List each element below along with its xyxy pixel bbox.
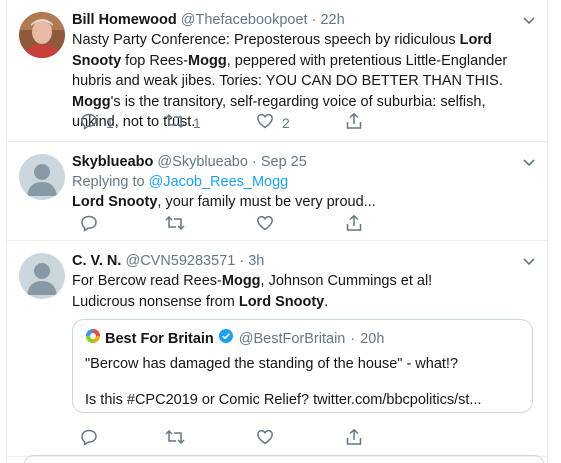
quoted-timestamp[interactable]: 20h <box>360 329 384 349</box>
reply-icon <box>80 112 98 133</box>
timestamp[interactable]: 3h <box>248 253 264 269</box>
avatar[interactable] <box>19 154 65 200</box>
action-bar <box>72 214 372 234</box>
author-name[interactable]: C. V. N. <box>72 253 121 269</box>
reply-icon <box>80 214 98 235</box>
separator-dot: · <box>350 331 356 347</box>
quoted-avatar[interactable] <box>85 328 101 350</box>
tweet[interactable]: Bill Homewood @Thefacebookpoet · 22h Nas… <box>7 0 547 142</box>
quoted-author-name[interactable]: Best For Britain <box>105 329 214 349</box>
quoted-text-line-1: "Bercow has damaged the standing of the … <box>85 356 459 372</box>
author-handle[interactable]: @Thefacebookpoet <box>181 12 308 28</box>
share-icon <box>345 428 363 449</box>
highlighted-text: Mogg <box>188 52 227 69</box>
retweet-icon <box>165 112 185 133</box>
chevron-down-icon[interactable] <box>521 253 537 269</box>
tweet-text: Lord Snooty, your family must be very pr… <box>72 192 533 213</box>
like-button[interactable] <box>256 428 274 449</box>
avatar[interactable] <box>19 253 65 299</box>
retweet-button[interactable]: 1 <box>165 112 201 133</box>
tweet-content: Skyblueabo @Skyblueabo · Sep 25 Replying… <box>72 152 533 213</box>
reply-icon <box>80 428 98 449</box>
share-button[interactable] <box>345 428 363 449</box>
action-bar <box>72 428 372 448</box>
avatar[interactable] <box>19 12 65 58</box>
reply-button[interactable]: 1 <box>80 112 114 133</box>
heart-icon <box>256 428 274 449</box>
tweet-content: C. V. N. @CVN59283571 · 3h For Bercow re… <box>72 251 533 312</box>
retweet-icon <box>165 428 185 449</box>
like-count: 2 <box>282 114 290 131</box>
reply-count: 1 <box>106 114 114 131</box>
quoted-text-line-2: Is this #CPC2019 or Comic Relief? twitte… <box>85 391 482 408</box>
tweet-header: Skyblueabo @Skyblueabo · Sep 25 <box>72 152 533 172</box>
retweet-button[interactable] <box>165 428 185 449</box>
chevron-down-icon[interactable] <box>521 12 537 28</box>
text-segment: fop Rees- <box>121 52 189 69</box>
tweet[interactable]: C. V. N. @CVN59283571 · 3h For Bercow re… <box>7 241 547 457</box>
heart-icon <box>256 214 274 235</box>
text-segment: For Bercow read Rees- <box>72 273 222 289</box>
timeline: Bill Homewood @Thefacebookpoet · 22h Nas… <box>6 0 548 463</box>
next-tweet-edge <box>24 455 544 463</box>
share-icon <box>345 112 363 133</box>
share-button[interactable] <box>345 214 363 235</box>
highlighted-text: Mogg <box>72 93 111 110</box>
highlighted-text: Lord Snooty <box>238 293 325 310</box>
share-button[interactable] <box>345 112 363 133</box>
verified-badge-icon <box>218 328 234 350</box>
chevron-down-icon[interactable] <box>521 154 537 170</box>
tweet[interactable]: Skyblueabo @Skyblueabo · Sep 25 Replying… <box>7 142 547 241</box>
mention-link[interactable]: @Jacob_Rees_Mogg <box>149 174 289 190</box>
text-segment: , your family must be very proud... <box>157 194 376 210</box>
author-handle[interactable]: @CVN59283571 <box>125 253 235 269</box>
quoted-author-handle[interactable]: @BestForBritain <box>239 329 346 349</box>
timestamp[interactable]: Sep 25 <box>261 154 307 170</box>
separator-dot: · <box>239 253 245 269</box>
reply-button[interactable] <box>80 214 98 235</box>
highlighted-text: Mogg <box>221 273 261 289</box>
timestamp[interactable]: 22h <box>320 12 344 28</box>
author-handle[interactable]: @Skyblueabo <box>157 154 248 170</box>
like-button[interactable] <box>256 214 274 235</box>
separator-dot: · <box>251 154 257 170</box>
tweet-text: For Bercow read Rees-Mogg, Johnson Cummi… <box>72 271 533 312</box>
highlighted-text: Lord Snooty <box>72 194 158 210</box>
text-segment: Nasty Party Conference: Preposterous spe… <box>72 32 460 48</box>
tweet-header: C. V. N. @CVN59283571 · 3h <box>72 251 533 271</box>
retweet-button[interactable] <box>165 214 185 235</box>
retweet-icon <box>165 214 185 235</box>
heart-icon <box>256 112 274 133</box>
quoted-tweet[interactable]: Best For Britain @BestForBritain · 20h "… <box>72 319 533 413</box>
share-icon <box>345 214 363 235</box>
author-name[interactable]: Skyblueabo <box>72 154 153 170</box>
replying-to-label: Replying to <box>72 174 149 190</box>
like-button[interactable]: 2 <box>256 112 290 133</box>
author-name[interactable]: Bill Homewood <box>72 12 177 28</box>
text-segment: . <box>324 293 329 310</box>
separator-dot: · <box>311 12 317 28</box>
tweet-header: Bill Homewood @Thefacebookpoet · 22h <box>72 10 533 30</box>
retweet-count: 1 <box>193 114 201 131</box>
reply-button[interactable] <box>80 428 98 449</box>
quoted-tweet-header: Best For Britain @BestForBritain · 20h <box>85 328 520 350</box>
action-bar: 1 1 2 <box>72 112 372 132</box>
replying-to-line: Replying to @Jacob_Rees_Mogg <box>72 172 533 192</box>
